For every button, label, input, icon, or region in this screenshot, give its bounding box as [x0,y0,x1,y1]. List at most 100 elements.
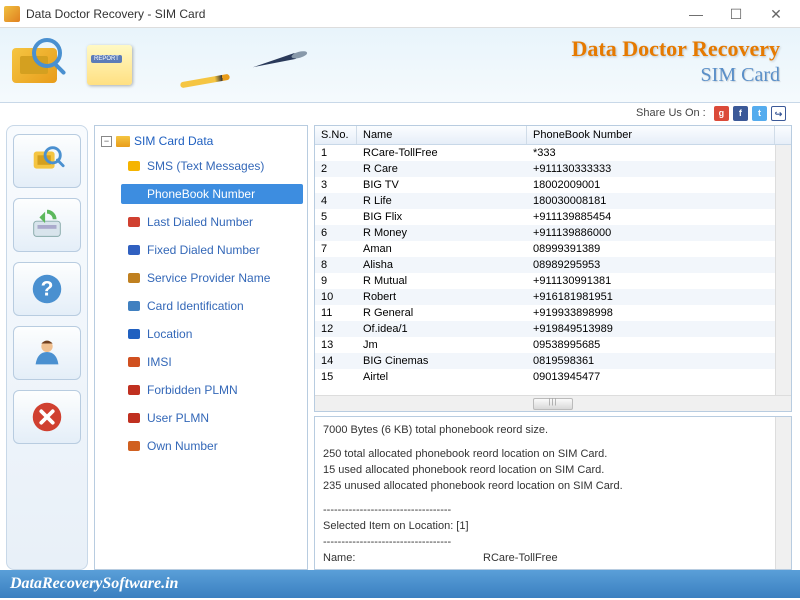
tree-item-label: Card Identification [147,299,244,313]
detail-total: 250 total allocated phonebook reord loca… [323,447,783,463]
svg-text:?: ? [41,278,54,301]
table-row[interactable]: 15Airtel09013945477 [315,369,791,385]
table-row[interactable]: 7Aman08999391389 [315,241,791,257]
magnifier-icon [32,38,62,68]
table-row[interactable]: 5BIG Flix+911139885454 [315,209,791,225]
help-button[interactable]: ? [13,262,81,316]
detail-name-row: Name:RCare-TollFree [323,551,783,567]
window-title: Data Doctor Recovery - SIM Card [26,7,676,21]
detail-phone-row: PhoneBook Number:*333 [323,567,783,571]
col-name[interactable]: Name [357,126,527,144]
col-phone[interactable]: PhoneBook Number [527,126,775,144]
tree-item-tower-red[interactable]: Forbidden PLMN [121,380,303,400]
detail-vscrollbar[interactable] [775,417,791,569]
table-row[interactable]: 6R Money+911139886000 [315,225,791,241]
pencil-icon [180,74,230,89]
col-sno[interactable]: S.No. [315,126,357,144]
banner-title-2: SIM Card [571,64,780,87]
tree-item-label: SMS (Text Messages) [147,159,264,173]
tree-item-tower-red2[interactable]: User PLMN [121,408,303,428]
table-body[interactable]: 1RCare-TollFree*3332R Care+9111303333333… [315,145,791,395]
book-icon [127,187,141,201]
table-row[interactable]: 10Robert+916181981951 [315,289,791,305]
table-row[interactable]: 14BIG Cinemas0819598361 [315,353,791,369]
tree-item-label: Own Number [147,439,218,453]
maximize-button[interactable]: ☐ [716,2,756,26]
globe-icon [127,327,141,341]
share-label: Share Us On : [636,107,706,119]
share-more-icon[interactable]: ↪ [771,106,786,121]
minimize-button[interactable]: — [676,2,716,26]
tree-item-label: Forbidden PLMN [147,383,238,397]
tree-item-envelope[interactable]: SMS (Text Messages) [121,156,303,176]
table-row[interactable]: 12Of.idea/1+919849513989 [315,321,791,337]
table-vscrollbar[interactable] [775,145,791,395]
tree-root-label: SIM Card Data [134,134,213,148]
banner-title-1: Data Doctor Recovery [571,36,780,62]
tree-item-label: PhoneBook Number [147,187,255,201]
tree-item-label: User PLMN [147,411,209,425]
col-scroll-spacer [775,126,791,144]
tree-item-book[interactable]: PhoneBook Number [121,184,303,204]
tree-item-id-card[interactable]: Card Identification [121,296,303,316]
envelope-icon [127,159,141,173]
tree-item-label: Fixed Dialed Number [147,243,260,257]
share-bar: Share Us On : g f t ↪ [0,103,800,125]
phonebook-table: S.No. Name PhoneBook Number 1RCare-TollF… [314,125,792,412]
twitter-icon[interactable]: t [752,106,767,121]
id-card-icon [127,299,141,313]
tree-item-phone-blue[interactable]: Fixed Dialed Number [121,240,303,260]
table-row[interactable]: 9R Mutual+911130991381 [315,273,791,289]
table-row[interactable]: 4R Life180030008181 [315,193,791,209]
sidebar: ? [6,125,88,570]
titlebar: Data Doctor Recovery - SIM Card — ☐ ✕ [0,0,800,28]
googleplus-icon[interactable]: g [714,106,729,121]
tree-item-label: Service Provider Name [147,271,270,285]
phone-blue-icon [127,243,141,257]
detail-sep1: ----------------------------------- [323,503,783,519]
detail-size: 7000 Bytes (6 KB) total phonebook reord … [323,423,783,439]
tree-item-label: Last Dialed Number [147,215,253,229]
close-button[interactable]: ✕ [756,2,796,26]
report-icon [87,45,132,85]
app-icon [4,6,20,22]
tree-item-label: Location [147,327,192,341]
facebook-icon[interactable]: f [733,106,748,121]
detail-selected: Selected Item on Location: [1] [323,519,783,535]
banner: Data Doctor Recovery SIM Card [0,28,800,103]
tree-item-label: IMSI [147,355,172,369]
pen-icon [249,45,311,74]
person-icon [127,439,141,453]
tree-item-globe[interactable]: Location [121,324,303,344]
footer: DataRecoverySoftware.in [0,570,800,598]
sim-folder-icon [116,136,130,147]
table-row[interactable]: 1RCare-TollFree*333 [315,145,791,161]
tree-item-signal[interactable]: IMSI [121,352,303,372]
antenna-icon [127,271,141,285]
detail-used: 15 used allocated phonebook reord locati… [323,463,783,479]
detail-panel: 7000 Bytes (6 KB) total phonebook reord … [314,416,792,570]
detail-sep2: ----------------------------------- [323,535,783,551]
about-button[interactable] [13,326,81,380]
scan-sim-button[interactable] [13,134,81,188]
tree-item-phone-red[interactable]: Last Dialed Number [121,212,303,232]
tree-item-person[interactable]: Own Number [121,436,303,456]
phone-red-icon [127,215,141,229]
table-row[interactable]: 2R Care+911130333333 [315,161,791,177]
tree-root[interactable]: − SIM Card Data [99,132,303,150]
signal-icon [127,355,141,369]
table-hscrollbar[interactable] [315,395,791,411]
table-row[interactable]: 3BIG TV18002009001 [315,177,791,193]
tree-item-antenna[interactable]: Service Provider Name [121,268,303,288]
tower-red-icon [127,383,141,397]
exit-button[interactable] [13,390,81,444]
table-row[interactable]: 13Jm09538995685 [315,337,791,353]
detail-unused: 235 unused allocated phonebook reord loc… [323,479,783,495]
table-row[interactable]: 11R General+919933898998 [315,305,791,321]
tree-panel: − SIM Card Data SMS (Text Messages) Phone… [94,125,308,570]
save-button[interactable] [13,198,81,252]
table-header: S.No. Name PhoneBook Number [315,126,791,145]
table-row[interactable]: 8Alisha08989295953 [315,257,791,273]
tree-collapse-icon[interactable]: − [101,136,112,147]
footer-url[interactable]: DataRecoverySoftware.in [10,575,178,593]
